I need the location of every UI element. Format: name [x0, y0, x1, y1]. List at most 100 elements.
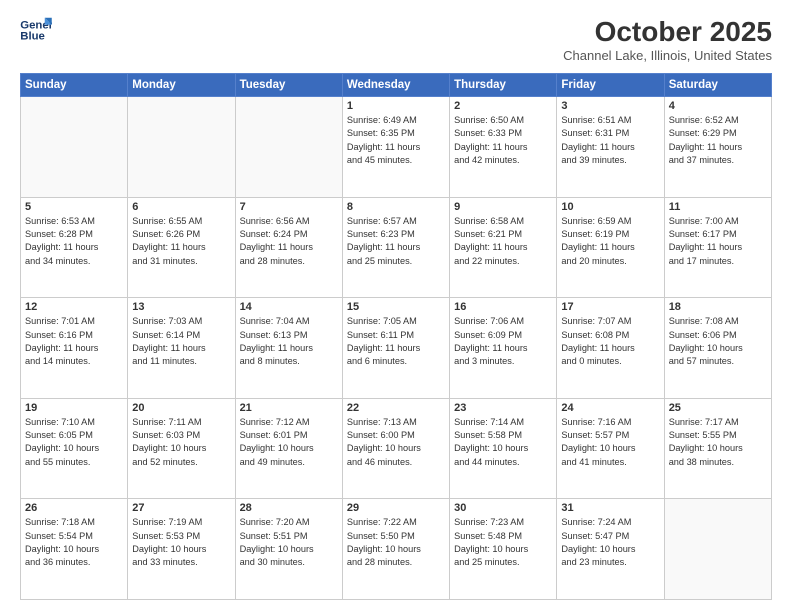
calendar-cell: 8 Sunrise: 6:57 AM Sunset: 6:23 PM Daylig… [342, 197, 449, 298]
calendar-cell: 10Sunrise: 6:59 AM Sunset: 6:19 PM Dayli… [557, 197, 664, 298]
calendar-cell: 7 Sunrise: 6:56 AM Sunset: 6:24 PM Daylig… [235, 197, 342, 298]
title-area: October 2025 Channel Lake, Illinois, Uni… [563, 16, 772, 63]
day-info: Sunrise: 6:51 AM Sunset: 6:31 PM Dayligh… [561, 114, 659, 167]
calendar-cell: 17Sunrise: 7:07 AM Sunset: 6:08 PM Dayli… [557, 298, 664, 399]
weekday-header-saturday: Saturday [664, 74, 771, 97]
page: General Blue October 2025 Channel Lake, … [0, 0, 792, 612]
day-info: Sunrise: 7:18 AM Sunset: 5:54 PM Dayligh… [25, 516, 123, 569]
calendar-cell [664, 499, 771, 600]
calendar-cell: 28 Sunrise: 7:20 AM Sunset: 5:51 PM Dayli… [235, 499, 342, 600]
week-row-5: 26 Sunrise: 7:18 AM Sunset: 5:54 PM Dayli… [21, 499, 772, 600]
calendar-cell: 30Sunrise: 7:23 AM Sunset: 5:48 PM Dayli… [450, 499, 557, 600]
calendar-cell: 1 Sunrise: 6:49 AM Sunset: 6:35 PM Daylig… [342, 97, 449, 198]
calendar-cell: 4 Sunrise: 6:52 AM Sunset: 6:29 PM Daylig… [664, 97, 771, 198]
day-info: Sunrise: 6:56 AM Sunset: 6:24 PM Dayligh… [240, 215, 338, 268]
day-info: Sunrise: 6:49 AM Sunset: 6:35 PM Dayligh… [347, 114, 445, 167]
day-number: 1 [347, 100, 445, 112]
calendar-cell: 13 Sunrise: 7:03 AM Sunset: 6:14 PM Dayli… [128, 298, 235, 399]
calendar-cell: 31 Sunrise: 7:24 AM Sunset: 5:47 PM Dayli… [557, 499, 664, 600]
weekday-header-tuesday: Tuesday [235, 74, 342, 97]
day-info: Sunrise: 7:24 AM Sunset: 5:47 PM Dayligh… [561, 516, 659, 569]
day-number: 26 [25, 502, 123, 514]
day-number: 31 [561, 502, 659, 514]
day-info: Sunrise: 6:52 AM Sunset: 6:29 PM Dayligh… [669, 114, 767, 167]
calendar-cell: 24Sunrise: 7:16 AM Sunset: 5:57 PM Dayli… [557, 398, 664, 499]
day-info: Sunrise: 6:55 AM Sunset: 6:26 PM Dayligh… [132, 215, 230, 268]
day-number: 13 [132, 301, 230, 313]
week-row-4: 19 Sunrise: 7:10 AM Sunset: 6:05 PM Dayli… [21, 398, 772, 499]
day-number: 28 [240, 502, 338, 514]
day-number: 5 [25, 201, 123, 213]
day-info: Sunrise: 7:07 AM Sunset: 6:08 PM Dayligh… [561, 315, 659, 368]
calendar-cell: 11 Sunrise: 7:00 AM Sunset: 6:17 PM Dayli… [664, 197, 771, 298]
month-title: October 2025 [563, 16, 772, 48]
calendar-cell: 16 Sunrise: 7:06 AM Sunset: 6:09 PM Dayli… [450, 298, 557, 399]
weekday-header-monday: Monday [128, 74, 235, 97]
day-number: 29 [347, 502, 445, 514]
day-number: 24 [561, 402, 659, 414]
calendar-cell: 19 Sunrise: 7:10 AM Sunset: 6:05 PM Dayli… [21, 398, 128, 499]
day-number: 9 [454, 201, 552, 213]
day-number: 10 [561, 201, 659, 213]
calendar-table: SundayMondayTuesdayWednesdayThursdayFrid… [20, 73, 772, 600]
day-number: 4 [669, 100, 767, 112]
day-info: Sunrise: 6:57 AM Sunset: 6:23 PM Dayligh… [347, 215, 445, 268]
day-info: Sunrise: 7:04 AM Sunset: 6:13 PM Dayligh… [240, 315, 338, 368]
day-number: 21 [240, 402, 338, 414]
calendar-cell: 2Sunrise: 6:50 AM Sunset: 6:33 PM Daylig… [450, 97, 557, 198]
calendar-cell: 12Sunrise: 7:01 AM Sunset: 6:16 PM Dayli… [21, 298, 128, 399]
day-info: Sunrise: 7:13 AM Sunset: 6:00 PM Dayligh… [347, 416, 445, 469]
day-number: 27 [132, 502, 230, 514]
day-info: Sunrise: 7:00 AM Sunset: 6:17 PM Dayligh… [669, 215, 767, 268]
calendar-cell: 29 Sunrise: 7:22 AM Sunset: 5:50 PM Dayli… [342, 499, 449, 600]
calendar-cell: 23 Sunrise: 7:14 AM Sunset: 5:58 PM Dayli… [450, 398, 557, 499]
day-info: Sunrise: 7:06 AM Sunset: 6:09 PM Dayligh… [454, 315, 552, 368]
day-info: Sunrise: 7:20 AM Sunset: 5:51 PM Dayligh… [240, 516, 338, 569]
day-info: Sunrise: 7:10 AM Sunset: 6:05 PM Dayligh… [25, 416, 123, 469]
calendar-cell: 20 Sunrise: 7:11 AM Sunset: 6:03 PM Dayli… [128, 398, 235, 499]
day-info: Sunrise: 6:50 AM Sunset: 6:33 PM Dayligh… [454, 114, 552, 167]
calendar-cell: 26 Sunrise: 7:18 AM Sunset: 5:54 PM Dayli… [21, 499, 128, 600]
day-info: Sunrise: 7:19 AM Sunset: 5:53 PM Dayligh… [132, 516, 230, 569]
day-info: Sunrise: 6:58 AM Sunset: 6:21 PM Dayligh… [454, 215, 552, 268]
day-number: 22 [347, 402, 445, 414]
svg-text:Blue: Blue [20, 31, 45, 43]
day-number: 20 [132, 402, 230, 414]
day-number: 6 [132, 201, 230, 213]
calendar-cell: 14Sunrise: 7:04 AM Sunset: 6:13 PM Dayli… [235, 298, 342, 399]
day-number: 8 [347, 201, 445, 213]
day-number: 30 [454, 502, 552, 514]
location: Channel Lake, Illinois, United States [563, 48, 772, 63]
calendar-cell: 22 Sunrise: 7:13 AM Sunset: 6:00 PM Dayli… [342, 398, 449, 499]
day-number: 7 [240, 201, 338, 213]
day-info: Sunrise: 7:03 AM Sunset: 6:14 PM Dayligh… [132, 315, 230, 368]
calendar-cell: 6 Sunrise: 6:55 AM Sunset: 6:26 PM Daylig… [128, 197, 235, 298]
week-row-2: 5Sunrise: 6:53 AM Sunset: 6:28 PM Daylig… [21, 197, 772, 298]
calendar-cell: 27 Sunrise: 7:19 AM Sunset: 5:53 PM Dayli… [128, 499, 235, 600]
calendar-cell: 18 Sunrise: 7:08 AM Sunset: 6:06 PM Dayli… [664, 298, 771, 399]
day-info: Sunrise: 7:01 AM Sunset: 6:16 PM Dayligh… [25, 315, 123, 368]
day-number: 18 [669, 301, 767, 313]
day-number: 19 [25, 402, 123, 414]
day-info: Sunrise: 7:14 AM Sunset: 5:58 PM Dayligh… [454, 416, 552, 469]
day-info: Sunrise: 7:22 AM Sunset: 5:50 PM Dayligh… [347, 516, 445, 569]
weekday-header-row: SundayMondayTuesdayWednesdayThursdayFrid… [21, 74, 772, 97]
weekday-header-thursday: Thursday [450, 74, 557, 97]
week-row-3: 12Sunrise: 7:01 AM Sunset: 6:16 PM Dayli… [21, 298, 772, 399]
day-info: Sunrise: 7:11 AM Sunset: 6:03 PM Dayligh… [132, 416, 230, 469]
day-info: Sunrise: 7:08 AM Sunset: 6:06 PM Dayligh… [669, 315, 767, 368]
calendar-cell [235, 97, 342, 198]
day-number: 25 [669, 402, 767, 414]
calendar-cell: 3Sunrise: 6:51 AM Sunset: 6:31 PM Daylig… [557, 97, 664, 198]
week-row-1: 1 Sunrise: 6:49 AM Sunset: 6:35 PM Daylig… [21, 97, 772, 198]
day-number: 11 [669, 201, 767, 213]
calendar-cell [21, 97, 128, 198]
day-number: 23 [454, 402, 552, 414]
day-info: Sunrise: 7:12 AM Sunset: 6:01 PM Dayligh… [240, 416, 338, 469]
weekday-header-sunday: Sunday [21, 74, 128, 97]
weekday-header-wednesday: Wednesday [342, 74, 449, 97]
day-number: 15 [347, 301, 445, 313]
logo: General Blue [20, 16, 52, 44]
calendar-cell [128, 97, 235, 198]
day-number: 16 [454, 301, 552, 313]
